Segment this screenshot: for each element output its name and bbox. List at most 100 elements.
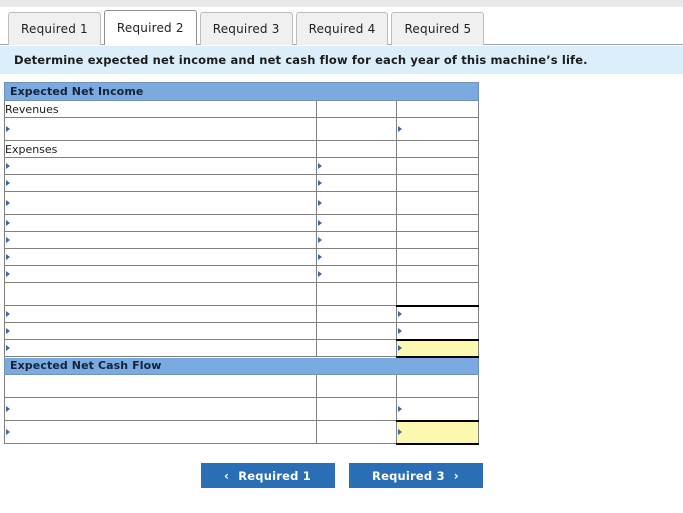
row-marker-icon <box>398 405 402 412</box>
input-cell[interactable] <box>316 339 397 357</box>
input-cell[interactable] <box>395 100 480 118</box>
input-cell[interactable] <box>4 248 317 266</box>
table-row <box>4 117 480 141</box>
table-row <box>4 282 480 306</box>
input-cell[interactable] <box>4 374 317 398</box>
tab-required-1-label: Required 1 <box>21 22 88 36</box>
tab-required-3[interactable]: Required 3 <box>199 12 293 45</box>
input-cell[interactable] <box>316 174 397 192</box>
input-cell[interactable] <box>4 339 317 357</box>
input-cell[interactable] <box>316 191 397 215</box>
window-top-strip <box>0 0 683 7</box>
input-cell[interactable] <box>395 322 480 340</box>
row-marker-icon <box>6 406 10 412</box>
table-row <box>4 191 480 215</box>
input-cell[interactable] <box>395 248 480 266</box>
input-cell[interactable] <box>4 265 317 283</box>
answer-cell-net-income[interactable] <box>395 338 480 358</box>
input-cell[interactable] <box>316 157 397 175</box>
chevron-left-icon: ‹ <box>224 468 230 483</box>
worksheet-table: Expected Net Income Revenues Expenses Ex… <box>3 82 480 445</box>
input-cell[interactable] <box>4 174 317 192</box>
input-cell[interactable] <box>395 191 480 215</box>
input-cell[interactable] <box>4 420 317 444</box>
row-marker-icon <box>398 126 402 132</box>
tab-list: Required 1 Required 2 Required 3 Require… <box>8 10 485 46</box>
section-header-net-income-label: Expected Net Income <box>3 82 480 101</box>
input-cell[interactable] <box>395 157 480 175</box>
row-marker-icon <box>318 254 322 260</box>
row-marker-icon <box>318 180 322 186</box>
prev-required-1-button[interactable]: ‹ Required 1 <box>200 463 335 488</box>
input-cell[interactable] <box>316 248 397 266</box>
tab-required-1[interactable]: Required 1 <box>8 12 101 45</box>
input-cell[interactable] <box>4 117 317 141</box>
input-cell[interactable] <box>4 282 317 306</box>
input-cell[interactable] <box>4 322 317 340</box>
table-row <box>4 248 480 266</box>
input-cell[interactable] <box>4 231 317 249</box>
input-cell[interactable] <box>316 374 397 398</box>
row-marker-icon <box>318 163 322 169</box>
input-cell[interactable] <box>316 282 397 306</box>
table-row <box>4 397 480 421</box>
input-cell[interactable] <box>316 140 397 158</box>
input-cell[interactable] <box>395 397 480 421</box>
input-cell[interactable] <box>395 117 480 141</box>
input-cell[interactable] <box>395 214 480 232</box>
section-header-net-cash-flow: Expected Net Cash Flow <box>3 356 480 375</box>
input-cell[interactable] <box>395 140 480 158</box>
next-required-3-button[interactable]: Required 3 › <box>348 463 483 488</box>
row-marker-icon <box>6 237 10 243</box>
input-cell[interactable] <box>395 374 480 398</box>
tab-required-2[interactable]: Required 2 <box>103 10 197 46</box>
input-cell[interactable] <box>4 157 317 175</box>
instruction-banner: Determine expected net income and net ca… <box>0 46 683 74</box>
input-cell[interactable] <box>4 214 317 232</box>
tab-required-5[interactable]: Required 5 <box>391 12 485 45</box>
table-row <box>4 157 480 175</box>
input-cell[interactable] <box>395 282 480 306</box>
row-label-revenues: Revenues <box>4 100 317 118</box>
table-row <box>4 174 480 192</box>
table-row <box>4 419 480 445</box>
table-row: Expenses <box>4 140 480 158</box>
input-cell[interactable] <box>395 231 480 249</box>
row-marker-icon <box>6 126 10 132</box>
input-cell[interactable] <box>316 322 397 340</box>
row-marker-icon <box>318 237 322 243</box>
input-cell[interactable] <box>316 117 397 141</box>
footer-navigation: ‹ Required 1 Required 3 › <box>0 463 683 488</box>
row-marker-icon <box>6 429 10 435</box>
table-row: Revenues <box>4 100 480 118</box>
row-marker-icon <box>6 311 10 317</box>
input-cell[interactable] <box>395 265 480 283</box>
input-cell[interactable] <box>316 397 397 421</box>
input-cell[interactable] <box>316 265 397 283</box>
input-cell[interactable] <box>395 304 480 323</box>
table-row <box>4 338 480 358</box>
section-header-net-income: Expected Net Income <box>3 82 480 101</box>
table-row <box>4 304 480 323</box>
input-cell[interactable] <box>316 231 397 249</box>
input-cell[interactable] <box>4 305 317 323</box>
input-cell[interactable] <box>4 397 317 421</box>
row-label-expenses: Expenses <box>4 140 317 158</box>
answer-cell-net-cash-flow[interactable] <box>395 419 480 445</box>
table-row <box>4 214 480 232</box>
input-cell[interactable] <box>316 305 397 323</box>
row-marker-icon <box>398 311 402 318</box>
input-cell[interactable] <box>4 191 317 215</box>
row-marker-icon <box>318 220 322 226</box>
prev-required-1-label: Required 1 <box>238 468 311 483</box>
table-row <box>4 374 480 398</box>
input-cell[interactable] <box>316 420 397 444</box>
table-row <box>4 265 480 283</box>
tab-required-5-label: Required 5 <box>404 22 472 36</box>
input-cell[interactable] <box>316 100 397 118</box>
input-cell[interactable] <box>395 174 480 192</box>
input-cell[interactable] <box>316 214 397 232</box>
row-marker-icon <box>6 200 10 206</box>
table-row <box>4 231 480 249</box>
tab-required-4[interactable]: Required 4 <box>295 12 389 45</box>
